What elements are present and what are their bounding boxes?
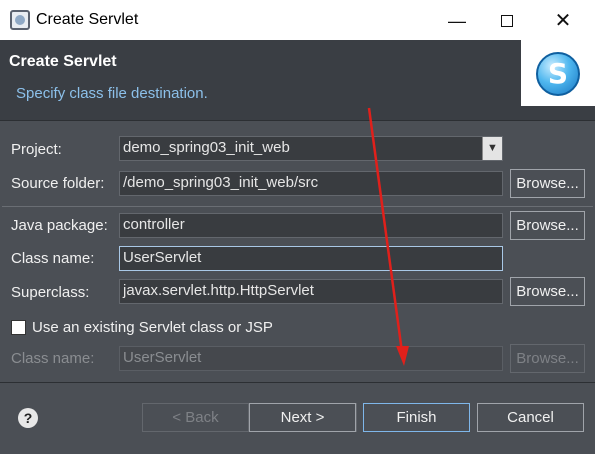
class-name-label: Class name:	[11, 250, 95, 267]
cancel-button[interactable]: Cancel	[477, 403, 584, 432]
use-existing-label[interactable]: Use an existing Servlet class or JSP	[32, 319, 273, 336]
back-button: < Back	[142, 403, 249, 432]
superclass-browse-button[interactable]: Browse...	[510, 277, 585, 306]
superclass-value: javax.servlet.http.HttpServlet	[123, 282, 314, 299]
java-package-field[interactable]: controller	[119, 213, 503, 238]
existing-class-name-label: Class name:	[11, 350, 95, 367]
superclass-field[interactable]: javax.servlet.http.HttpServlet	[119, 279, 503, 304]
source-folder-label: Source folder:	[11, 175, 105, 192]
maximize-icon[interactable]	[492, 8, 522, 34]
servlet-logo: S	[521, 40, 595, 106]
finish-button[interactable]: Finish	[363, 403, 470, 432]
existing-class-browse-button: Browse...	[510, 344, 585, 373]
banner-title: Create Servlet	[9, 53, 117, 70]
minimize-icon[interactable]: —	[442, 8, 472, 34]
next-button[interactable]: Next >	[249, 403, 356, 432]
existing-class-name-value: UserServlet	[123, 349, 202, 366]
footer-divider	[0, 382, 595, 383]
class-name-field[interactable]: UserServlet	[119, 246, 503, 271]
close-icon[interactable]: ✕	[548, 8, 578, 34]
help-icon[interactable]: ?	[18, 408, 38, 428]
create-servlet-dialog: Create Servlet Specify class file destin…	[0, 40, 595, 454]
banner-description: Specify class file destination.	[16, 85, 208, 102]
source-folder-browse-button[interactable]: Browse...	[510, 169, 585, 198]
window-titlebar: Create Servlet — ✕	[0, 0, 595, 40]
eclipse-app-icon	[10, 10, 30, 30]
source-folder-field[interactable]: /demo_spring03_init_web/src	[119, 171, 503, 196]
use-existing-checkbox[interactable]	[11, 320, 26, 335]
window-title: Create Servlet	[36, 11, 139, 28]
project-value: demo_spring03_init_web	[123, 139, 290, 156]
java-package-label: Java package:	[11, 217, 108, 234]
section-divider	[2, 206, 593, 207]
dialog-banner: Create Servlet Specify class file destin…	[0, 40, 595, 120]
source-folder-value: /demo_spring03_init_web/src	[123, 174, 319, 191]
java-package-value: controller	[123, 216, 185, 233]
project-combo[interactable]: demo_spring03_init_web ▼	[119, 136, 503, 161]
superclass-label: Superclass:	[11, 284, 90, 301]
class-name-value: UserServlet	[123, 249, 202, 266]
existing-class-name-field: UserServlet	[119, 346, 503, 371]
java-package-browse-button[interactable]: Browse...	[510, 211, 585, 240]
banner-divider	[0, 120, 595, 121]
project-label: Project:	[11, 141, 62, 158]
servlet-logo-icon: S	[536, 52, 580, 96]
chevron-down-icon[interactable]: ▼	[482, 137, 502, 160]
